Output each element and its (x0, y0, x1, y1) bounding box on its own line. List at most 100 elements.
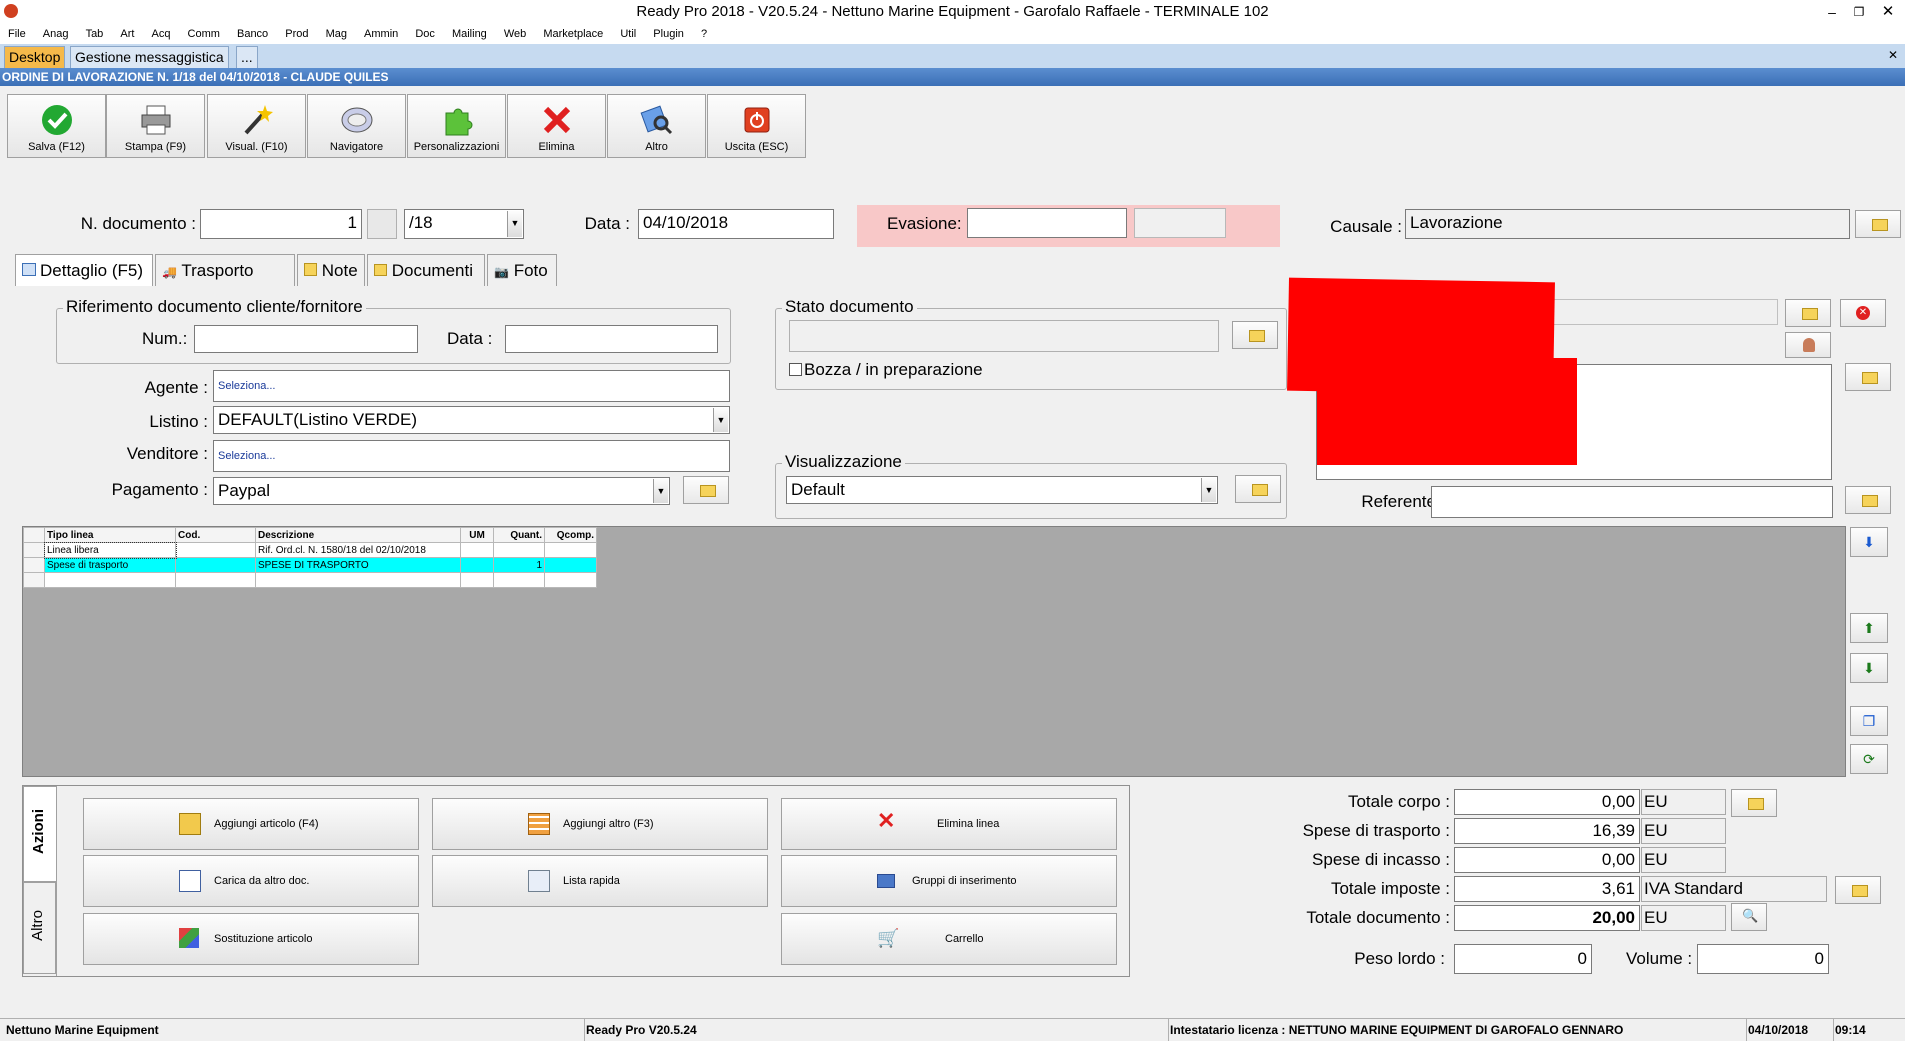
move-up-button[interactable]: ⬆ (1850, 613, 1888, 643)
tab-trasporto[interactable]: 🚚 Trasporto (F8) (155, 254, 295, 313)
cell-qcomp[interactable] (544, 542, 597, 558)
column-header[interactable]: Cod. (175, 527, 256, 543)
delete-line-button[interactable]: ✕ Elimina linea (781, 798, 1117, 850)
load-from-doc-button[interactable]: Carica da altro doc. (83, 855, 419, 907)
customer-clear-button[interactable]: ✕ (1840, 299, 1886, 327)
cart-button[interactable]: 🛒 Carrello (781, 913, 1117, 965)
refresh-row-button[interactable]: ⟳ (1850, 744, 1888, 774)
other-button[interactable]: Altro (607, 94, 706, 158)
customizations-button[interactable]: Personalizzazioni (407, 94, 506, 158)
cell-quant[interactable] (493, 542, 545, 558)
replace-article-button[interactable]: Sostituzione articolo (83, 913, 419, 965)
column-header[interactable]: UM (460, 527, 494, 543)
address-folder-button[interactable] (1845, 363, 1891, 391)
menu-comm[interactable]: Comm (188, 28, 220, 40)
tab-altro[interactable]: Altro (23, 882, 56, 974)
navigator-button[interactable]: Navigatore (307, 94, 406, 158)
menu-file[interactable]: File (8, 28, 26, 40)
cell-um[interactable] (460, 542, 494, 558)
cell-empty[interactable] (460, 572, 494, 588)
totals-detail-button[interactable]: 🔍 (1731, 903, 1767, 931)
data-field[interactable]: 04/10/2018 (638, 209, 834, 239)
imposte-folder-button[interactable] (1835, 876, 1881, 904)
insert-groups-button[interactable]: Gruppi di inserimento (781, 855, 1117, 907)
move-bottom-button[interactable]: ⬇ (1850, 527, 1888, 557)
menu-plugin[interactable]: Plugin (653, 28, 684, 40)
cell-empty[interactable] (493, 572, 545, 588)
visual-button[interactable]: Visual. (F10) (207, 94, 306, 158)
menu-help[interactable]: ? (701, 28, 707, 40)
cell-quant[interactable]: 1 (493, 557, 545, 573)
causale-field[interactable]: Lavorazione (1405, 209, 1850, 239)
row-selector[interactable] (23, 542, 45, 558)
menu-doc[interactable]: Doc (415, 28, 435, 40)
exit-button[interactable]: Uscita (ESC) (707, 94, 806, 158)
menu-tab[interactable]: Tab (86, 28, 104, 40)
menu-acq[interactable]: Acq (152, 28, 171, 40)
tab-desktop[interactable]: Desktop (4, 46, 66, 68)
quick-list-button[interactable]: Lista rapida (432, 855, 768, 907)
table-row[interactable]: Spese di trasporto SPESE DI TRASPORTO 1 (23, 557, 597, 573)
volume-field[interactable]: 0 (1697, 944, 1829, 974)
totals-folder-button[interactable] (1731, 789, 1777, 817)
table-row[interactable] (23, 572, 597, 588)
tab-foto[interactable]: 📷 Foto (487, 254, 557, 286)
menu-marketplace[interactable]: Marketplace (543, 28, 603, 40)
add-article-button[interactable]: Aggiungi articolo (F4) (83, 798, 419, 850)
close-icon[interactable]: ✕ (1878, 0, 1898, 24)
save-button[interactable]: Salva (F12) (7, 94, 106, 158)
column-header[interactable]: Qcomp. (544, 527, 597, 543)
causale-folder-button[interactable] (1855, 210, 1901, 238)
tab-dettaglio[interactable]: Dettaglio (F5) (15, 254, 153, 286)
cell-cod[interactable] (175, 542, 256, 558)
tab-more[interactable]: ... (236, 46, 258, 68)
cell-empty[interactable] (44, 572, 176, 588)
minimize-icon[interactable]: – (1822, 0, 1842, 24)
venditore-field[interactable]: Seleziona... (213, 440, 730, 472)
menu-mailing[interactable]: Mailing (452, 28, 487, 40)
pagamento-select[interactable]: Paypal ▼ (213, 477, 670, 505)
restore-icon[interactable]: ❐ (1849, 0, 1869, 24)
menu-banco[interactable]: Banco (237, 28, 268, 40)
cell-empty[interactable] (255, 572, 461, 588)
ndoc-number-field[interactable]: 1 (200, 209, 362, 239)
column-header[interactable]: Descrizione (255, 527, 461, 543)
stato-field[interactable] (789, 320, 1219, 352)
row-selector[interactable] (23, 572, 45, 588)
chevron-down-icon[interactable]: ▼ (653, 479, 668, 503)
cell-um[interactable] (460, 557, 494, 573)
peso-lordo-field[interactable]: 0 (1454, 944, 1592, 974)
tab-gestione-messaggistica[interactable]: Gestione messaggistica (70, 46, 229, 68)
evasione-secondary-field[interactable] (1134, 208, 1226, 238)
visual-folder-button[interactable] (1235, 475, 1281, 503)
stato-folder-button[interactable] (1232, 321, 1278, 349)
menu-util[interactable]: Util (620, 28, 636, 40)
bozza-checkbox[interactable] (789, 363, 802, 376)
chevron-down-icon[interactable]: ▼ (1201, 478, 1216, 502)
cell-cod[interactable] (175, 557, 256, 573)
print-button[interactable]: Stampa (F9) (106, 94, 205, 158)
ndoc-blank-field[interactable] (367, 209, 397, 239)
agente-field[interactable]: Seleziona... (213, 370, 730, 402)
delete-button[interactable]: Elimina (507, 94, 606, 158)
row-selector[interactable] (23, 557, 45, 573)
column-header[interactable]: Quant. (493, 527, 545, 543)
pagamento-folder-button[interactable] (683, 476, 729, 504)
cell-descr[interactable]: Rif. Ord.cl. N. 1580/18 del 02/10/2018 (255, 542, 461, 558)
copy-row-button[interactable]: ❐ (1850, 706, 1888, 736)
rif-num-field[interactable] (194, 325, 418, 353)
tab-documenti[interactable]: Documenti (367, 254, 485, 286)
menu-web[interactable]: Web (504, 28, 526, 40)
chevron-down-icon[interactable]: ▼ (507, 211, 522, 237)
tab-azioni[interactable]: Azioni (23, 786, 56, 882)
menu-prod[interactable]: Prod (285, 28, 308, 40)
menu-anag[interactable]: Anag (43, 28, 69, 40)
rif-data-field[interactable] (505, 325, 718, 353)
chevron-down-icon[interactable]: ▼ (713, 408, 728, 432)
customer-folder-button[interactable] (1785, 299, 1831, 327)
table-row[interactable]: Linea libera Rif. Ord.cl. N. 1580/18 del… (23, 541, 597, 559)
referente-field[interactable] (1431, 486, 1833, 518)
customer-field[interactable] (1545, 299, 1778, 325)
evasione-field[interactable] (967, 208, 1127, 238)
cell-tipo[interactable]: Spese di trasporto (44, 557, 176, 573)
